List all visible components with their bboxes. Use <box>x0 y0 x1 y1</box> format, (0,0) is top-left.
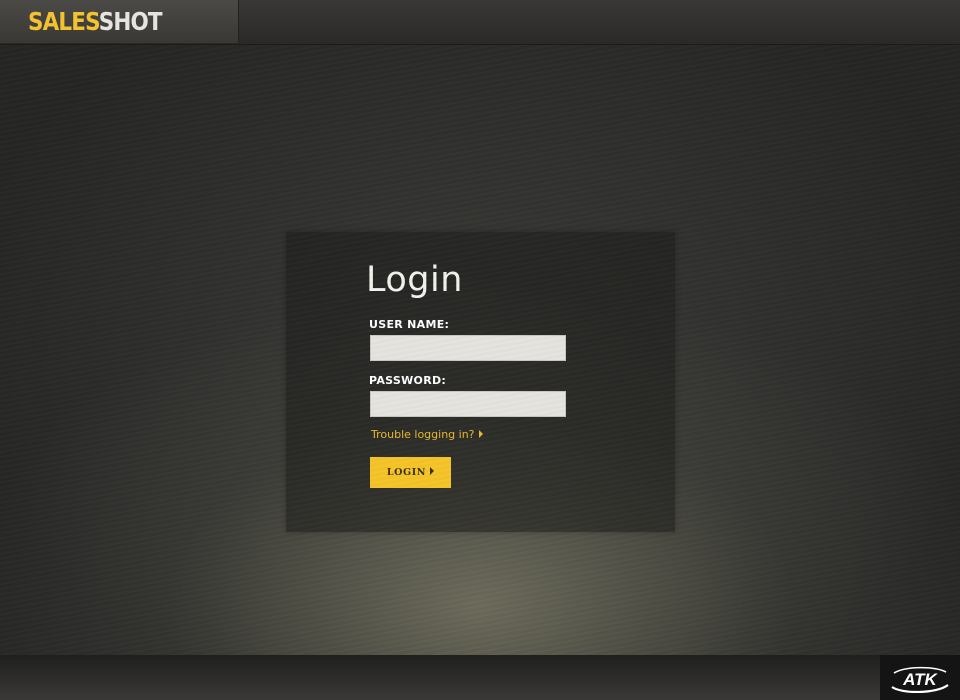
trouble-link-label: Trouble logging in? <box>371 428 475 441</box>
login-button[interactable]: LOGIN <box>370 457 451 488</box>
password-label: PASSWORD: <box>369 374 447 387</box>
login-title: Login <box>366 260 463 300</box>
atk-logo: ATK <box>891 666 949 693</box>
brand-logo: SALESSHOT <box>28 7 163 37</box>
username-input[interactable] <box>370 335 566 361</box>
brand-logo-shot: SHOT <box>98 7 163 36</box>
atk-logo-text: ATK <box>902 670 938 689</box>
top-bar: SALESSHOT <box>0 0 960 45</box>
footer-bar: ATK <box>0 655 960 700</box>
login-panel: Login USER NAME: PASSWORD: Trouble loggi… <box>286 232 675 532</box>
username-label: USER NAME: <box>369 318 450 331</box>
brand-logo-sales: SALES <box>28 7 100 36</box>
brand-tab: SALESSHOT <box>0 0 239 43</box>
password-input[interactable] <box>370 391 566 417</box>
triangle-right-icon <box>430 467 435 475</box>
trouble-logging-in-link[interactable]: Trouble logging in? <box>371 428 483 441</box>
triangle-right-icon <box>478 430 483 438</box>
background-stage: Login USER NAME: PASSWORD: Trouble loggi… <box>0 45 960 655</box>
atk-logo-box: ATK <box>880 655 960 700</box>
login-button-label: LOGIN <box>386 467 427 478</box>
